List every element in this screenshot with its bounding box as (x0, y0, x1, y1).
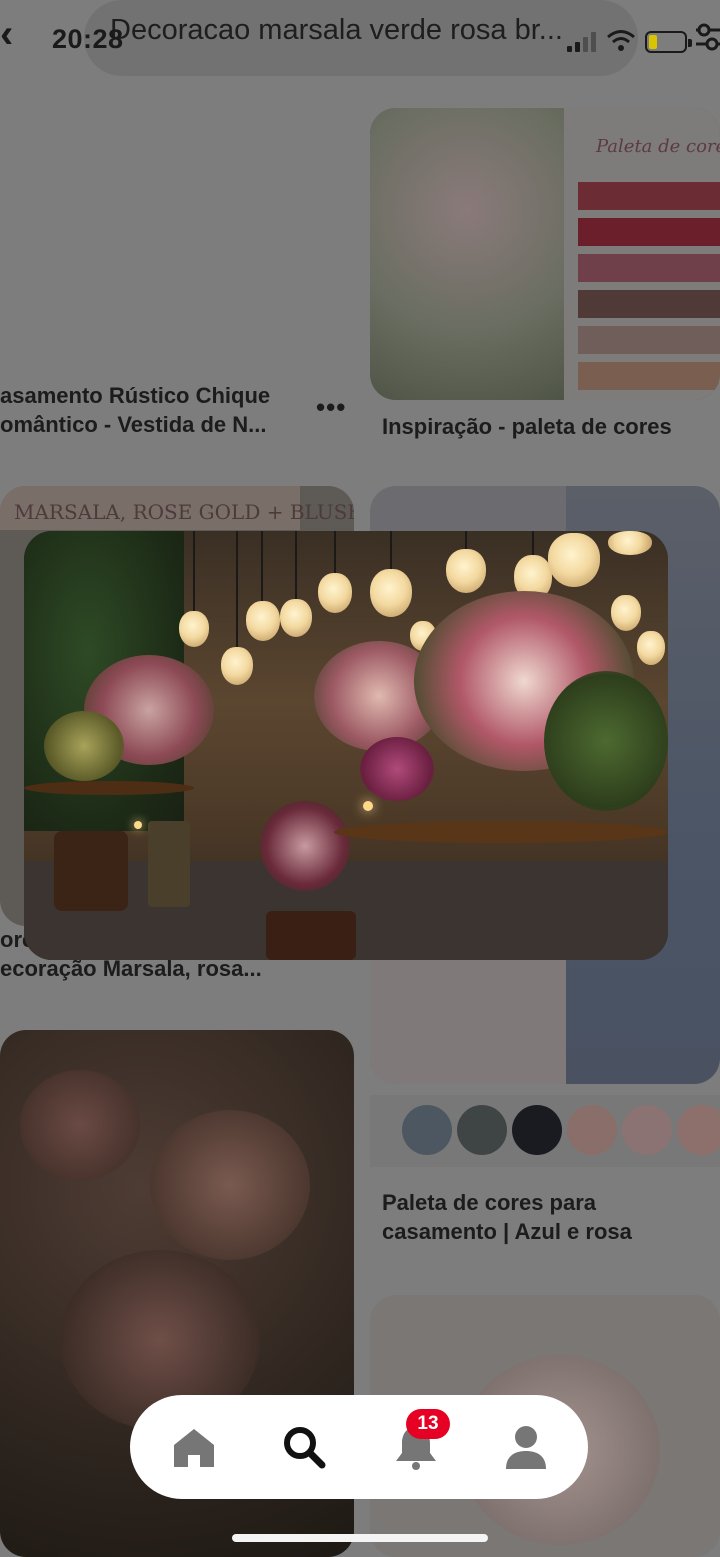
pendant-lamp (611, 595, 641, 631)
pendant-lamp (221, 647, 253, 685)
flower-arrangement (260, 801, 350, 891)
expanded-pin-preview[interactable] (24, 531, 668, 960)
pendant-lamp (280, 599, 312, 637)
candle-light (134, 821, 142, 829)
cellular-signal-icon (567, 32, 597, 52)
notification-badge: 13 (406, 1409, 450, 1439)
pendant-lamp (637, 631, 665, 665)
flower-photo (370, 108, 564, 400)
more-options-icon[interactable]: ••• (316, 392, 346, 423)
caption-line: asamento Rústico Chique (0, 383, 271, 408)
pin-image-palette[interactable]: Paleta de cores (370, 108, 720, 400)
flower-arrangement (44, 711, 124, 781)
color-circle (457, 1105, 507, 1155)
back-chevron-icon[interactable]: ‹ (0, 14, 30, 54)
flower-cluster (150, 1110, 310, 1260)
color-circle (567, 1105, 617, 1155)
home-indicator (232, 1534, 488, 1542)
color-circles-strip (370, 1095, 720, 1167)
lamp-wire (236, 531, 238, 649)
flower-cluster (20, 1070, 140, 1180)
color-circle (622, 1105, 672, 1155)
pendant-lamp (179, 611, 209, 647)
lamp-wire (193, 531, 195, 613)
pin-title-band: MARSALA, ROSE GOLD + BLUSH (0, 486, 354, 530)
status-time: 20:28 (52, 24, 124, 54)
pin-caption[interactable]: Inspiração - paleta de cores (382, 412, 672, 441)
palette-panel: Paleta de cores (564, 108, 720, 400)
pendant-lamp (548, 533, 600, 587)
lamp-wire (390, 531, 392, 571)
profile-avatar-icon[interactable] (502, 1423, 550, 1471)
wooden-stump (54, 831, 128, 911)
pendant-lamp (608, 531, 652, 555)
palette-title: Paleta de cores (596, 136, 720, 157)
caption-line: Paleta de cores para (382, 1190, 597, 1215)
home-icon[interactable] (170, 1423, 218, 1471)
wooden-stump (266, 911, 356, 960)
color-circle (677, 1105, 720, 1155)
dessert-table (334, 821, 668, 843)
palette-swatch (578, 254, 720, 282)
search-icon[interactable] (280, 1423, 328, 1471)
lamp-wire (295, 531, 297, 601)
lamp-wire (334, 531, 336, 575)
pin-caption[interactable]: Paleta de cores para casamento | Azul e … (382, 1188, 632, 1246)
palette-swatch (578, 362, 720, 390)
lamp-wire (532, 531, 534, 557)
palette-swatch (578, 218, 720, 246)
dessert-table (24, 781, 194, 795)
filter-icon[interactable] (694, 20, 720, 54)
wifi-icon (607, 30, 635, 51)
caption-line: omântico - Vestida de N... (0, 412, 267, 437)
flower-arrangement (544, 671, 668, 811)
bottom-nav-bar: 13 (130, 1395, 588, 1499)
color-circle (402, 1105, 452, 1155)
palette-swatch (578, 290, 720, 318)
lamp-wire (465, 531, 467, 551)
flower-arrangement (360, 737, 434, 801)
battery-icon (645, 31, 692, 53)
pin-caption[interactable]: asamento Rústico Chique omântico - Vesti… (0, 381, 270, 439)
color-circle (512, 1105, 562, 1155)
pendant-lamp (246, 601, 280, 641)
top-bar: ‹ Decoracao marsala verde rosa br... 20:… (0, 0, 720, 80)
palette-swatch (578, 182, 720, 210)
table-pedestal (148, 821, 190, 907)
caption-line: casamento | Azul e rosa (382, 1219, 632, 1244)
candle-light (363, 801, 373, 811)
pendant-lamp (370, 569, 412, 617)
band-text: MARSALA, ROSE GOLD + BLUSH (14, 500, 354, 524)
palette-swatch (578, 326, 720, 354)
pendant-lamp (318, 573, 352, 613)
lamp-wire (261, 531, 263, 603)
search-query[interactable]: Decoracao marsala verde rosa br... (110, 14, 590, 47)
pendant-lamp (446, 549, 486, 593)
